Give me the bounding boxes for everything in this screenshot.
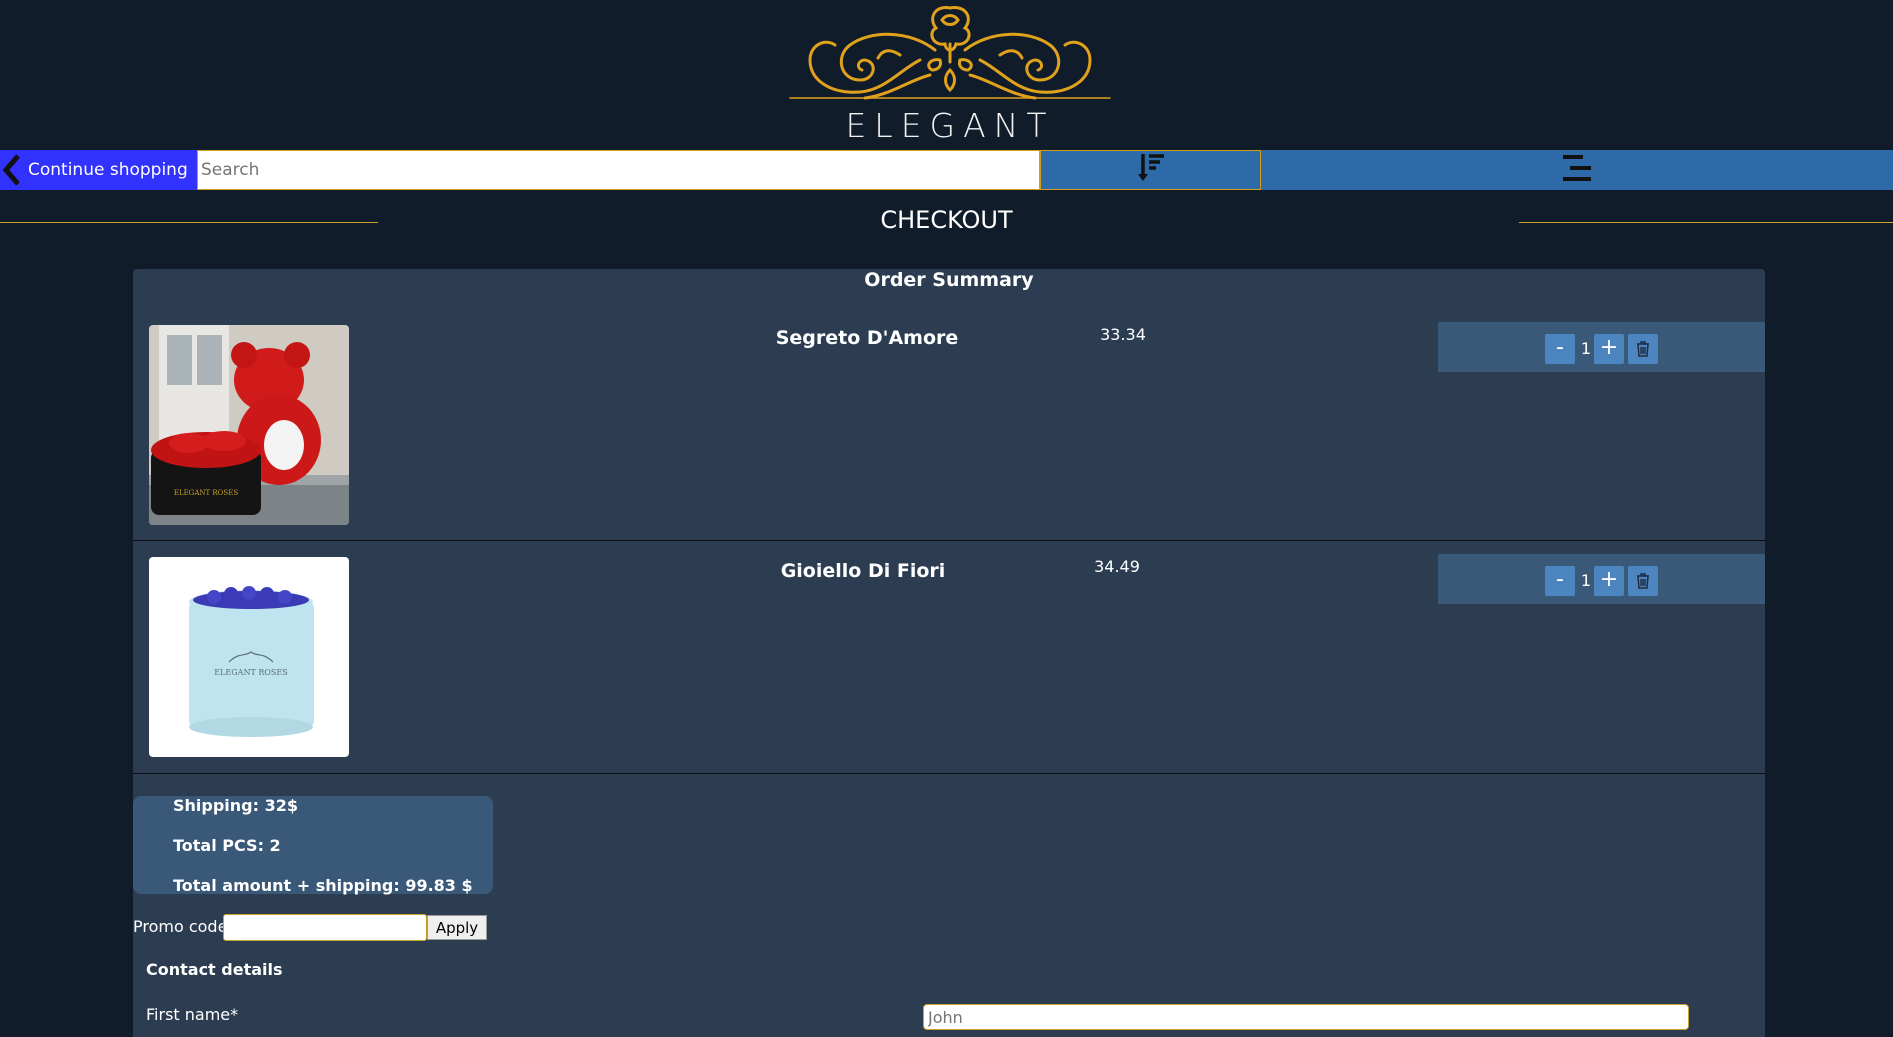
page-title: CHECKOUT: [880, 206, 1013, 234]
svg-text:ELEGANT ROSES: ELEGANT ROSES: [174, 489, 238, 497]
continue-shopping-label: Continue shopping: [28, 160, 188, 180]
sort-button[interactable]: [1040, 150, 1261, 190]
order-totals: Shipping: 32$ Total PCS: 2 Total amount …: [133, 796, 493, 895]
chevron-left-icon: [0, 150, 26, 190]
product-image[interactable]: ELEGANT ROSES: [149, 325, 349, 525]
decrease-quantity-button[interactable]: -: [1545, 566, 1575, 596]
top-navigation-bar: Continue shopping: [0, 150, 1893, 190]
increase-quantity-button[interactable]: +: [1594, 566, 1624, 596]
cart-item: ELEGANT ROSES Gioiello Di Fiori 34.49 - …: [133, 541, 1765, 774]
product-price: 33.34: [1100, 325, 1146, 344]
contact-details-title: Contact details: [146, 960, 283, 979]
product-price: 34.49: [1094, 557, 1140, 576]
continue-shopping-button[interactable]: Continue shopping: [0, 150, 197, 190]
menu-icon: [1561, 154, 1593, 186]
first-name-label: First name*: [146, 1005, 239, 1024]
product-image[interactable]: ELEGANT ROSES: [149, 557, 349, 757]
quantity-value: 1: [1580, 339, 1592, 358]
total-pieces: Total PCS: 2: [173, 836, 281, 855]
quantity-stepper: - 1 +: [1438, 322, 1765, 372]
search-input[interactable]: [197, 150, 1040, 190]
promo-code-label: Promo code: [133, 917, 228, 936]
increase-quantity-button[interactable]: +: [1594, 334, 1624, 364]
decrease-quantity-button[interactable]: -: [1545, 334, 1575, 364]
first-name-input[interactable]: [923, 1004, 1689, 1030]
brand-logo[interactable]: ELEGANT ROSES: [770, 0, 1130, 184]
trash-icon: [1637, 341, 1649, 357]
quantity-value: 1: [1580, 571, 1592, 590]
title-divider-right: [1519, 222, 1893, 223]
cart-item: ELEGANT ROSES Segreto D'Amore 33.34 - 1 …: [133, 269, 1765, 541]
menu-button[interactable]: [1261, 150, 1893, 190]
promo-code-input[interactable]: [223, 914, 427, 941]
order-panel: Order Summary ELEGANT ROSES Segreto D'Am…: [133, 269, 1765, 1037]
rose-ornament-icon: [789, 6, 1111, 100]
svg-text:ELEGANT ROSES: ELEGANT ROSES: [214, 668, 287, 677]
remove-item-button[interactable]: [1628, 334, 1658, 364]
remove-item-button[interactable]: [1628, 566, 1658, 596]
total-amount: Total amount + shipping: 99.83 $: [173, 876, 473, 895]
sort-down-icon: [1136, 152, 1166, 188]
shipping-cost: Shipping: 32$: [173, 796, 298, 815]
apply-promo-button[interactable]: Apply: [427, 915, 487, 940]
trash-icon: [1637, 573, 1649, 589]
quantity-stepper: - 1 +: [1438, 554, 1765, 604]
